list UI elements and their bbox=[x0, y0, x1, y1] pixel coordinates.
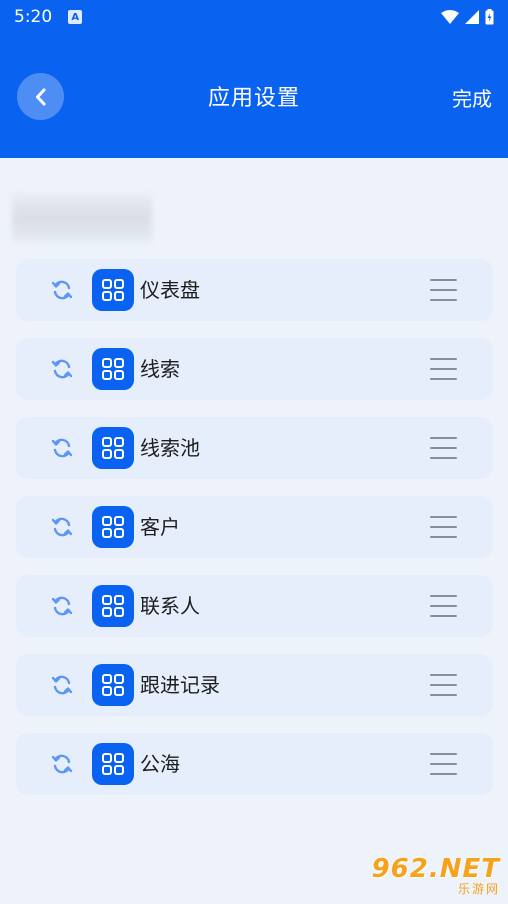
grid-app-icon bbox=[92, 743, 134, 785]
drag-handle-icon[interactable] bbox=[430, 516, 457, 538]
battery-icon bbox=[485, 9, 494, 25]
chevron-left-icon bbox=[35, 88, 45, 105]
drag-handle-icon[interactable] bbox=[430, 674, 457, 696]
status-bar: 5:20 A bbox=[0, 0, 508, 34]
notification-a-icon: A bbox=[68, 10, 83, 24]
list-item-label: 联系人 bbox=[140, 594, 200, 618]
cellular-signal-icon bbox=[465, 10, 479, 24]
list-item[interactable]: 跟进记录 bbox=[16, 654, 493, 716]
list-item[interactable]: 仪表盘 bbox=[16, 259, 493, 321]
list-item[interactable]: 联系人 bbox=[16, 575, 493, 637]
refresh-icon[interactable] bbox=[50, 752, 74, 776]
status-time: 5:20 bbox=[14, 7, 53, 27]
drag-handle-icon[interactable] bbox=[430, 279, 457, 301]
app-list: 仪表盘 线索 线索池 客户 联系人 跟进记录 公海 bbox=[16, 259, 493, 812]
grid-app-icon bbox=[92, 585, 134, 627]
refresh-icon[interactable] bbox=[50, 673, 74, 697]
grid-app-icon bbox=[92, 427, 134, 469]
list-item[interactable]: 线索池 bbox=[16, 417, 493, 479]
list-item-label: 仪表盘 bbox=[140, 278, 200, 302]
refresh-icon[interactable] bbox=[50, 278, 74, 302]
drag-handle-icon[interactable] bbox=[430, 753, 457, 775]
drag-handle-icon[interactable] bbox=[430, 437, 457, 459]
watermark-sub-text: 乐游网 bbox=[457, 881, 500, 896]
back-button[interactable] bbox=[17, 73, 64, 120]
list-item[interactable]: 公海 bbox=[16, 733, 493, 795]
list-item-label: 跟进记录 bbox=[140, 673, 220, 697]
list-item[interactable]: 客户 bbox=[16, 496, 493, 558]
done-button[interactable]: 完成 bbox=[452, 83, 492, 112]
drag-handle-icon[interactable] bbox=[430, 595, 457, 617]
list-item-label: 客户 bbox=[140, 515, 180, 539]
refresh-icon[interactable] bbox=[50, 515, 74, 539]
grid-app-icon bbox=[92, 664, 134, 706]
list-item-label: 线索 bbox=[140, 357, 180, 381]
grid-app-icon bbox=[92, 506, 134, 548]
app-header: 5:20 A 应用设置 完成 bbox=[0, 0, 508, 158]
section-label-blurred bbox=[12, 194, 152, 242]
refresh-icon[interactable] bbox=[50, 594, 74, 618]
watermark-logo: 962.NET 乐游网 bbox=[368, 852, 500, 898]
status-indicators bbox=[441, 9, 494, 25]
title-bar: 应用设置 完成 bbox=[0, 70, 508, 122]
grid-app-icon bbox=[92, 269, 134, 311]
refresh-icon[interactable] bbox=[50, 357, 74, 381]
list-item[interactable]: 线索 bbox=[16, 338, 493, 400]
list-item-label: 公海 bbox=[140, 752, 180, 776]
wifi-icon bbox=[441, 10, 459, 24]
page-title: 应用设置 bbox=[207, 86, 300, 111]
refresh-icon[interactable] bbox=[50, 436, 74, 460]
grid-app-icon bbox=[92, 348, 134, 390]
drag-handle-icon[interactable] bbox=[430, 358, 457, 380]
list-item-label: 线索池 bbox=[140, 436, 200, 460]
